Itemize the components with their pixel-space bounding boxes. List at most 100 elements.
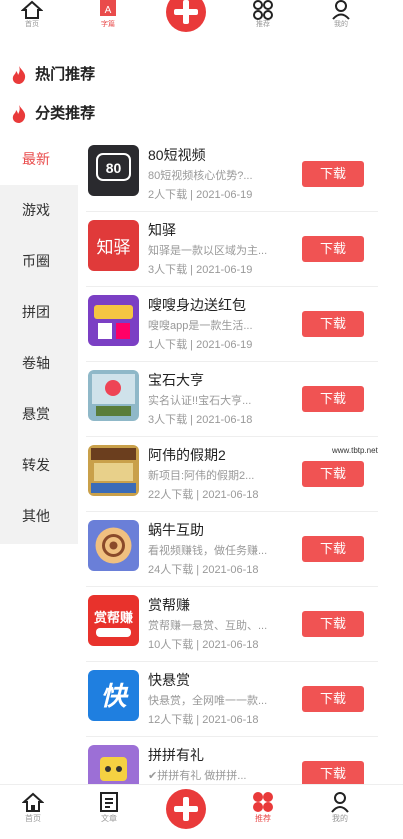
- bottom-nav-home-label: 首页: [25, 814, 41, 823]
- watermark: www.tbtp.net: [332, 446, 378, 455]
- app-thumbnail: 赏帮赚: [88, 595, 139, 646]
- list-item[interactable]: 80 80短视频 80短视频核心优势?... 2人下载 | 2021-06-19…: [86, 136, 378, 212]
- svg-text:A: A: [105, 5, 112, 16]
- list-item[interactable]: 蜗牛互助 看视频赚钱，做任务赚... 24人下载 | 2021-06-18 下载: [86, 511, 378, 587]
- top-nav-profile-label: 我的: [334, 21, 348, 28]
- hot-recommend-title: 热门推荐: [10, 63, 95, 87]
- app-meta: 10人下载 | 2021-06-18: [148, 639, 259, 651]
- app-meta: 1人下载 | 2021-06-19: [148, 339, 253, 351]
- article-icon: A: [100, 0, 116, 16]
- top-nav-recommend[interactable]: 推荐: [243, 0, 283, 34]
- bottom-nav-article[interactable]: 文章: [87, 791, 131, 839]
- bottom-nav-recommend-label: 推荐: [255, 814, 271, 823]
- app-meta: 3人下载 | 2021-06-18: [148, 414, 253, 426]
- top-nav-profile[interactable]: 我的: [321, 0, 361, 34]
- download-button[interactable]: 下载: [302, 686, 364, 712]
- download-button[interactable]: 下载: [302, 761, 364, 784]
- app-desc: 新项目:阿伟的假期2...: [148, 470, 255, 482]
- app-desc: 快悬赏，全网唯一一款...: [148, 695, 268, 707]
- app-name: 阿伟的假期2: [148, 447, 226, 463]
- article-icon: [100, 792, 118, 812]
- bottom-nav-recommend[interactable]: 推荐: [241, 791, 285, 839]
- top-nav: 首页 A 字篇 推荐 我的: [0, 0, 403, 34]
- category-crypto[interactable]: 币圈: [0, 236, 78, 287]
- download-button[interactable]: 下载: [302, 536, 364, 562]
- category-sidebar: 最新 游戏 币圈 拼团 卷轴 悬赏 转发 其他: [0, 134, 78, 544]
- app-meta: 3人下载 | 2021-06-19: [148, 264, 253, 276]
- category-scroll[interactable]: 卷轴: [0, 338, 78, 389]
- app-name: 知驿: [148, 222, 176, 238]
- app-name: 80短视频: [148, 147, 206, 163]
- svg-text:赏帮赚: 赏帮赚: [94, 610, 133, 626]
- top-nav-article[interactable]: A 字篇: [88, 0, 128, 34]
- top-nav-recommend-label: 推荐: [256, 21, 270, 28]
- category-games[interactable]: 游戏: [0, 185, 78, 236]
- download-button[interactable]: 下载: [302, 236, 364, 262]
- download-button[interactable]: 下载: [302, 311, 364, 337]
- bottom-nav: 首页 文章 推荐 我的: [0, 784, 403, 839]
- app-thumbnail: [88, 745, 139, 784]
- app-desc: 嗖嗖app是一款生活...: [148, 320, 253, 332]
- bottom-nav-profile-label: 我的: [332, 814, 348, 823]
- top-nav-home[interactable]: 首页: [12, 0, 52, 34]
- category-forward[interactable]: 转发: [0, 440, 78, 491]
- user-icon: [332, 0, 350, 20]
- app-name: 蜗牛互助: [148, 522, 204, 538]
- category-group-buy[interactable]: 拼团: [0, 287, 78, 338]
- app-thumbnail: 80: [88, 145, 139, 196]
- list-item[interactable]: 嗖嗖身边送红包 嗖嗖app是一款生活... 1人下载 | 2021-06-19 …: [86, 286, 378, 362]
- list-item[interactable]: 赏帮赚 赏帮赚 赏帮赚一悬赏、互助、... 10人下载 | 2021-06-18…: [86, 586, 378, 662]
- home-icon: [22, 792, 44, 812]
- app-desc: 80短视频核心优势?...: [148, 170, 253, 182]
- app-thumbnail: 快: [88, 670, 139, 721]
- list-item[interactable]: 拼拼有礼 ✔拼拼有礼 做拼拼... 下载: [86, 736, 378, 784]
- app-name: 嗖嗖身边送红包: [148, 297, 246, 313]
- list-item[interactable]: 宝石大亨 实名认证!!宝石大亨... 3人下载 | 2021-06-18 下载: [86, 361, 378, 437]
- svg-text:快: 快: [100, 682, 129, 712]
- app-desc: 知驿是一款以区域为主...: [148, 245, 268, 257]
- app-meta: 22人下载 | 2021-06-18: [148, 489, 259, 501]
- svg-text:80: 80: [106, 160, 122, 176]
- download-button[interactable]: 下载: [302, 461, 364, 487]
- download-button[interactable]: 下载: [302, 386, 364, 412]
- app-name: 宝石大亨: [148, 372, 204, 388]
- category-recommend-title: 分类推荐: [10, 102, 95, 126]
- app-list: 80 80短视频 80短视频核心优势?... 2人下载 | 2021-06-19…: [86, 136, 378, 784]
- app-thumbnail: [88, 370, 139, 421]
- bottom-nav-article-label: 文章: [101, 814, 117, 823]
- app-thumbnail: [88, 520, 139, 571]
- list-item[interactable]: 知驿 知驿 知驿是一款以区域为主... 3人下载 | 2021-06-19 下载: [86, 211, 378, 287]
- top-nav-publish-button[interactable]: [166, 0, 206, 32]
- flame-icon: [12, 105, 26, 124]
- bottom-nav-publish-button[interactable]: [166, 789, 206, 829]
- bottom-nav-profile[interactable]: 我的: [318, 791, 362, 839]
- app-thumbnail: [88, 445, 139, 496]
- top-nav-home-label: 首页: [25, 21, 39, 28]
- download-button[interactable]: 下载: [302, 161, 364, 187]
- apps-icon: [253, 792, 273, 812]
- user-icon: [331, 792, 349, 813]
- app-desc: 实名认证!!宝石大亨...: [148, 395, 252, 407]
- app-thumbnail: 知驿: [88, 220, 139, 271]
- bottom-nav-home[interactable]: 首页: [11, 791, 55, 839]
- app-meta: 2人下载 | 2021-06-19: [148, 189, 253, 201]
- home-icon: [21, 0, 43, 19]
- app-meta: 12人下载 | 2021-06-18: [148, 714, 259, 726]
- download-button[interactable]: 下载: [302, 611, 364, 637]
- category-recommend-label: 分类推荐: [35, 105, 96, 122]
- app-desc: 赏帮赚一悬赏、互助、...: [148, 620, 268, 632]
- app-name: 拼拼有礼: [148, 747, 204, 763]
- category-other[interactable]: 其他: [0, 491, 78, 542]
- app-desc: 看视频赚钱，做任务赚...: [148, 545, 268, 557]
- apps-icon: [253, 0, 273, 20]
- category-bounty[interactable]: 悬赏: [0, 389, 78, 440]
- hot-recommend-label: 热门推荐: [35, 66, 96, 83]
- app-desc: ✔拼拼有礼 做拼拼...: [148, 770, 247, 782]
- top-nav-article-label: 字篇: [101, 21, 115, 28]
- svg-text:知驿: 知驿: [97, 238, 131, 258]
- app-name: 快悬赏: [148, 672, 190, 688]
- category-latest[interactable]: 最新: [0, 134, 78, 185]
- app-thumbnail: [88, 295, 139, 346]
- list-item[interactable]: 快 快悬赏 快悬赏，全网唯一一款... 12人下载 | 2021-06-18 下…: [86, 661, 378, 737]
- app-name: 赏帮赚: [148, 597, 190, 613]
